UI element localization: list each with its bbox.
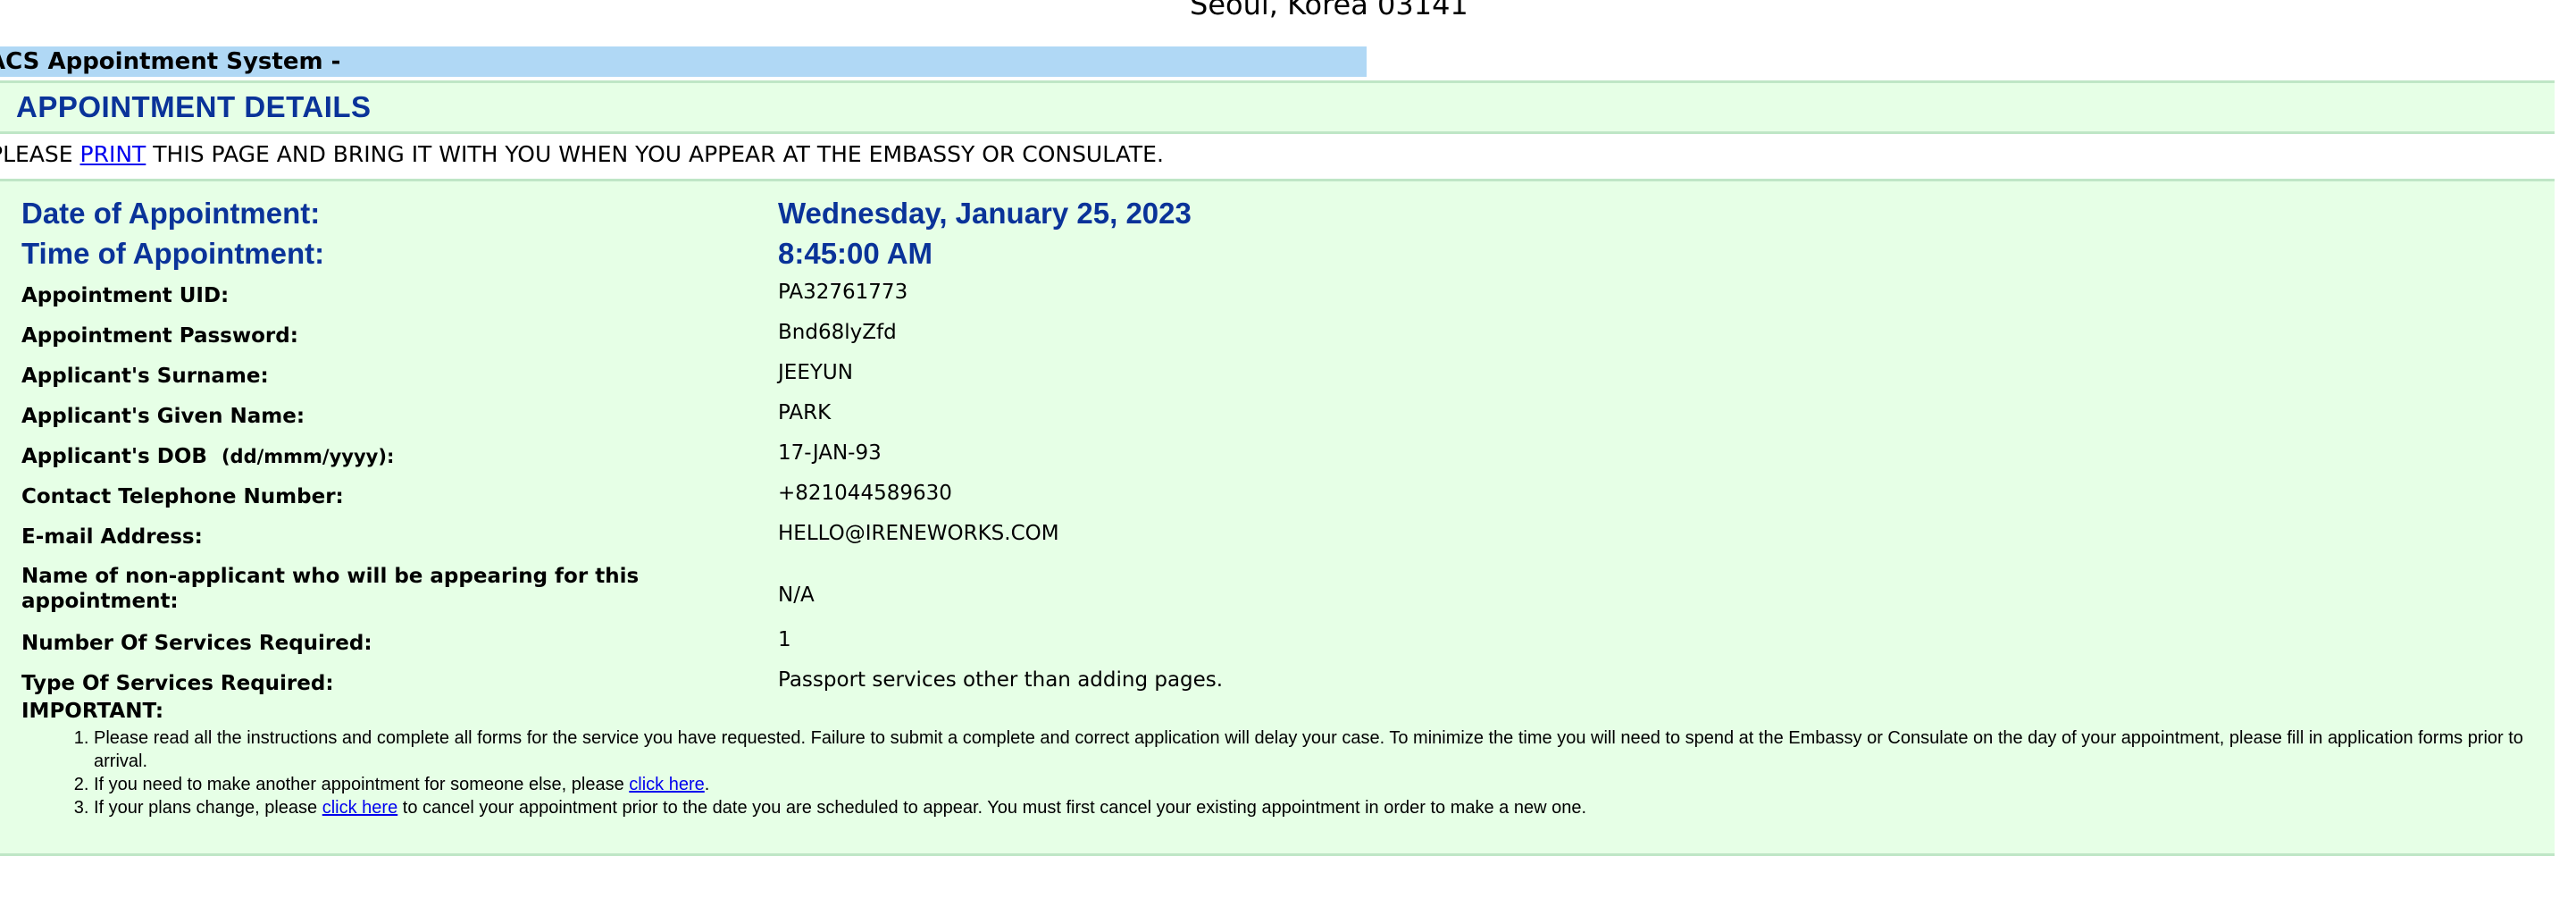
dob-format-hint: (dd/mmm/yyyy): (221, 446, 395, 467)
non-applicant-label: Name of non-applicant who will be appear… (21, 564, 639, 614)
date-label: Date of Appointment: (21, 197, 321, 230)
surname-value: JEEYUN (778, 361, 853, 384)
system-title-bar: ACS Appointment System - (0, 46, 1367, 77)
given-name-value: PARK (778, 401, 832, 424)
services-count-label: Number Of Services Required: (21, 632, 372, 655)
non-applicant-label-line1: Name of non-applicant who will be appear… (21, 565, 640, 588)
print-notice-prefix: PLEASE (0, 141, 73, 167)
print-notice-suffix: THIS PAGE AND BRING IT WITH YOU WHEN YOU… (146, 141, 1164, 167)
important-item: Please read all the instructions and com… (94, 726, 2559, 773)
phone-value: +821044589630 (778, 482, 952, 505)
phone-label: Contact Telephone Number: (21, 485, 344, 508)
time-value: 8:45:00 AM (778, 237, 933, 270)
important-item-3-suffix: to cancel your appointment prior to the … (397, 798, 1587, 818)
password-value: Bnd68lyZfd (778, 321, 897, 344)
important-title: IMPORTANT: (21, 700, 164, 723)
given-name-label: Applicant's Given Name: (21, 405, 305, 428)
appointment-details-header: APPOINTMENT DETAILS (0, 80, 2555, 134)
cancel-appointment-link[interactable]: click here (322, 798, 397, 818)
print-notice: PLEASE PRINT THIS PAGE AND BRING IT WITH… (0, 141, 1164, 167)
system-title: ACS Appointment System - (0, 48, 341, 75)
appointment-info-panel: Date of Appointment: Wednesday, January … (0, 179, 2555, 856)
uid-value: PA32761773 (778, 281, 908, 304)
important-item-2-suffix: . (704, 775, 710, 794)
important-item-3-prefix: If your plans change, please (94, 798, 322, 818)
time-label: Time of Appointment: (21, 237, 325, 270)
email-label: E-mail Address: (21, 525, 203, 549)
surname-label: Applicant's Surname: (21, 365, 269, 388)
dob-label: Applicant's DOB (dd/mmm/yyyy): (21, 443, 394, 470)
non-applicant-value: N/A (778, 583, 815, 607)
important-item: If your plans change, please click here … (94, 796, 2559, 819)
service-type-label: Type Of Services Required: (21, 672, 334, 695)
page: Seoul, Korea 03141 ACS Appointment Syste… (0, 0, 2576, 915)
date-value: Wednesday, January 25, 2023 (778, 197, 1192, 230)
service-type-value: Passport services other than adding page… (778, 668, 1224, 692)
important-item-2-prefix: If you need to make another appointment … (94, 775, 630, 794)
password-label: Appointment Password: (21, 324, 298, 348)
dob-value: 17-JAN-93 (778, 441, 882, 465)
important-item-1-line1: Please read all the instructions and com… (94, 728, 2463, 748)
uid-label: Appointment UID: (21, 284, 230, 307)
important-list: Please read all the instructions and com… (54, 726, 2559, 819)
non-applicant-label-line2: appointment: (21, 590, 179, 613)
new-appointment-link[interactable]: click here (629, 775, 704, 794)
important-item: If you need to make another appointment … (94, 773, 2559, 796)
address-line: Seoul, Korea 03141 (1190, 0, 1468, 21)
section-title: APPOINTMENT DETAILS (16, 90, 372, 123)
dob-label-text: Applicant's DOB (21, 445, 207, 468)
email-value: HELLO@IRENEWORKS.COM (778, 522, 1059, 545)
print-link[interactable]: PRINT (80, 141, 146, 167)
services-count-value: 1 (778, 628, 791, 651)
